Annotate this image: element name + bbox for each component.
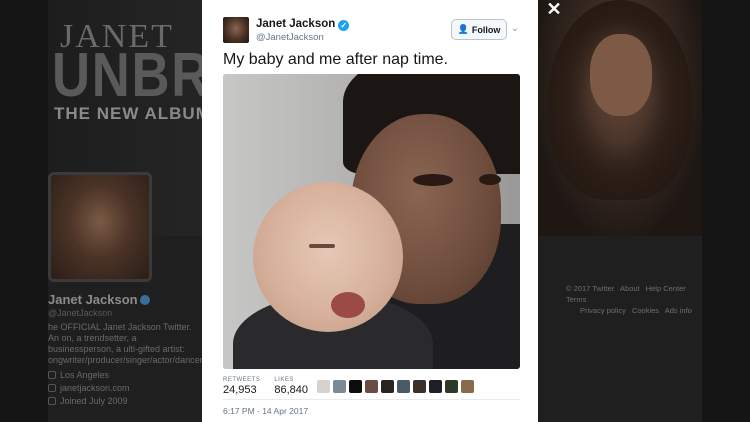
profile-joined-text: Joined July 2009	[60, 396, 128, 406]
liker-avatar[interactable]	[333, 380, 346, 393]
profile-handle: @JanetJackson	[48, 308, 113, 318]
tweet-timestamp[interactable]: 6:17 PM - 14 Apr 2017	[223, 406, 308, 416]
banner-portrait-image	[538, 0, 702, 236]
photo-woman-eye-left	[413, 174, 453, 186]
tweet-modal: Janet Jackson ✓ @JanetJackson 👤 Follow ⌄ …	[202, 0, 538, 422]
profile-bio: he OFFICIAL Janet Jackson Twitter. An on…	[48, 322, 205, 365]
divider	[223, 399, 520, 400]
photo-baby-head	[253, 182, 403, 332]
liker-avatar[interactable]	[429, 380, 442, 393]
profile-avatar	[48, 172, 152, 282]
profile-joined: Joined July 2009	[48, 396, 128, 406]
profile-verified-icon	[139, 295, 150, 305]
liker-avatar[interactable]	[397, 380, 410, 393]
location-pin-icon	[48, 371, 56, 379]
liker-avatar[interactable]	[413, 380, 426, 393]
photo-baby-eye	[309, 244, 335, 248]
liker-avatars	[317, 380, 474, 393]
link-icon	[48, 384, 56, 392]
liker-avatar[interactable]	[365, 380, 378, 393]
liker-avatar[interactable]	[349, 380, 362, 393]
liker-avatar[interactable]	[461, 380, 474, 393]
calendar-icon	[48, 397, 56, 405]
author-handle[interactable]: @JanetJackson	[256, 32, 324, 43]
site-footer: © 2017 Twitter About Help Center Terms P…	[566, 283, 702, 316]
footer-about-link[interactable]: About	[620, 284, 640, 293]
retweets-count: 24,953	[223, 384, 257, 396]
profile-location: Los Angeles	[48, 370, 109, 380]
liker-avatar[interactable]	[445, 380, 458, 393]
profile-name: Janet Jackson	[48, 292, 150, 307]
author-avatar[interactable]	[223, 17, 249, 43]
footer-terms-link[interactable]: Terms	[566, 295, 586, 304]
follow-button[interactable]: 👤 Follow	[451, 19, 507, 40]
footer-ads-link[interactable]: Ads info	[665, 306, 692, 315]
retweets-label: RETWEETS	[223, 377, 261, 383]
add-person-icon: 👤	[457, 24, 469, 34]
footer-help-link[interactable]: Help Center	[646, 284, 686, 293]
tweet-text: My baby and me after nap time.	[223, 51, 448, 68]
footer-copyright: © 2017 Twitter	[566, 284, 615, 293]
photo-baby-mouth	[331, 292, 365, 318]
profile-website-text: janetjackson.com	[60, 383, 130, 393]
verified-badge-icon: ✓	[338, 20, 350, 31]
tweet-photo[interactable]	[223, 74, 520, 369]
footer-privacy-link[interactable]: Privacy policy	[580, 306, 626, 315]
footer-cookies-link[interactable]: Cookies	[632, 306, 659, 315]
photo-woman-eye-right	[479, 174, 501, 185]
profile-location-text: Los Angeles	[60, 370, 110, 380]
author-name-text[interactable]: Janet Jackson	[256, 18, 335, 30]
likes-label: LIKES	[274, 377, 294, 383]
chevron-down-icon[interactable]: ⌄	[508, 22, 522, 36]
banner-portrait-face	[590, 34, 652, 116]
author-name[interactable]: Janet Jackson ✓	[256, 18, 350, 31]
liker-avatar[interactable]	[381, 380, 394, 393]
tweet-stats: RETWEETS 24,953 LIKES 86,840	[223, 377, 308, 396]
profile-website: janetjackson.com	[48, 383, 130, 393]
likes-stat[interactable]: LIKES 86,840	[274, 377, 308, 396]
profile-name-text: Janet Jackson	[48, 292, 138, 307]
likes-count: 86,840	[274, 384, 308, 396]
retweets-stat[interactable]: RETWEETS 24,953	[223, 377, 260, 396]
liker-avatar[interactable]	[317, 380, 330, 393]
follow-button-label: Follow	[471, 24, 501, 35]
close-icon[interactable]: ✕	[545, 0, 563, 18]
